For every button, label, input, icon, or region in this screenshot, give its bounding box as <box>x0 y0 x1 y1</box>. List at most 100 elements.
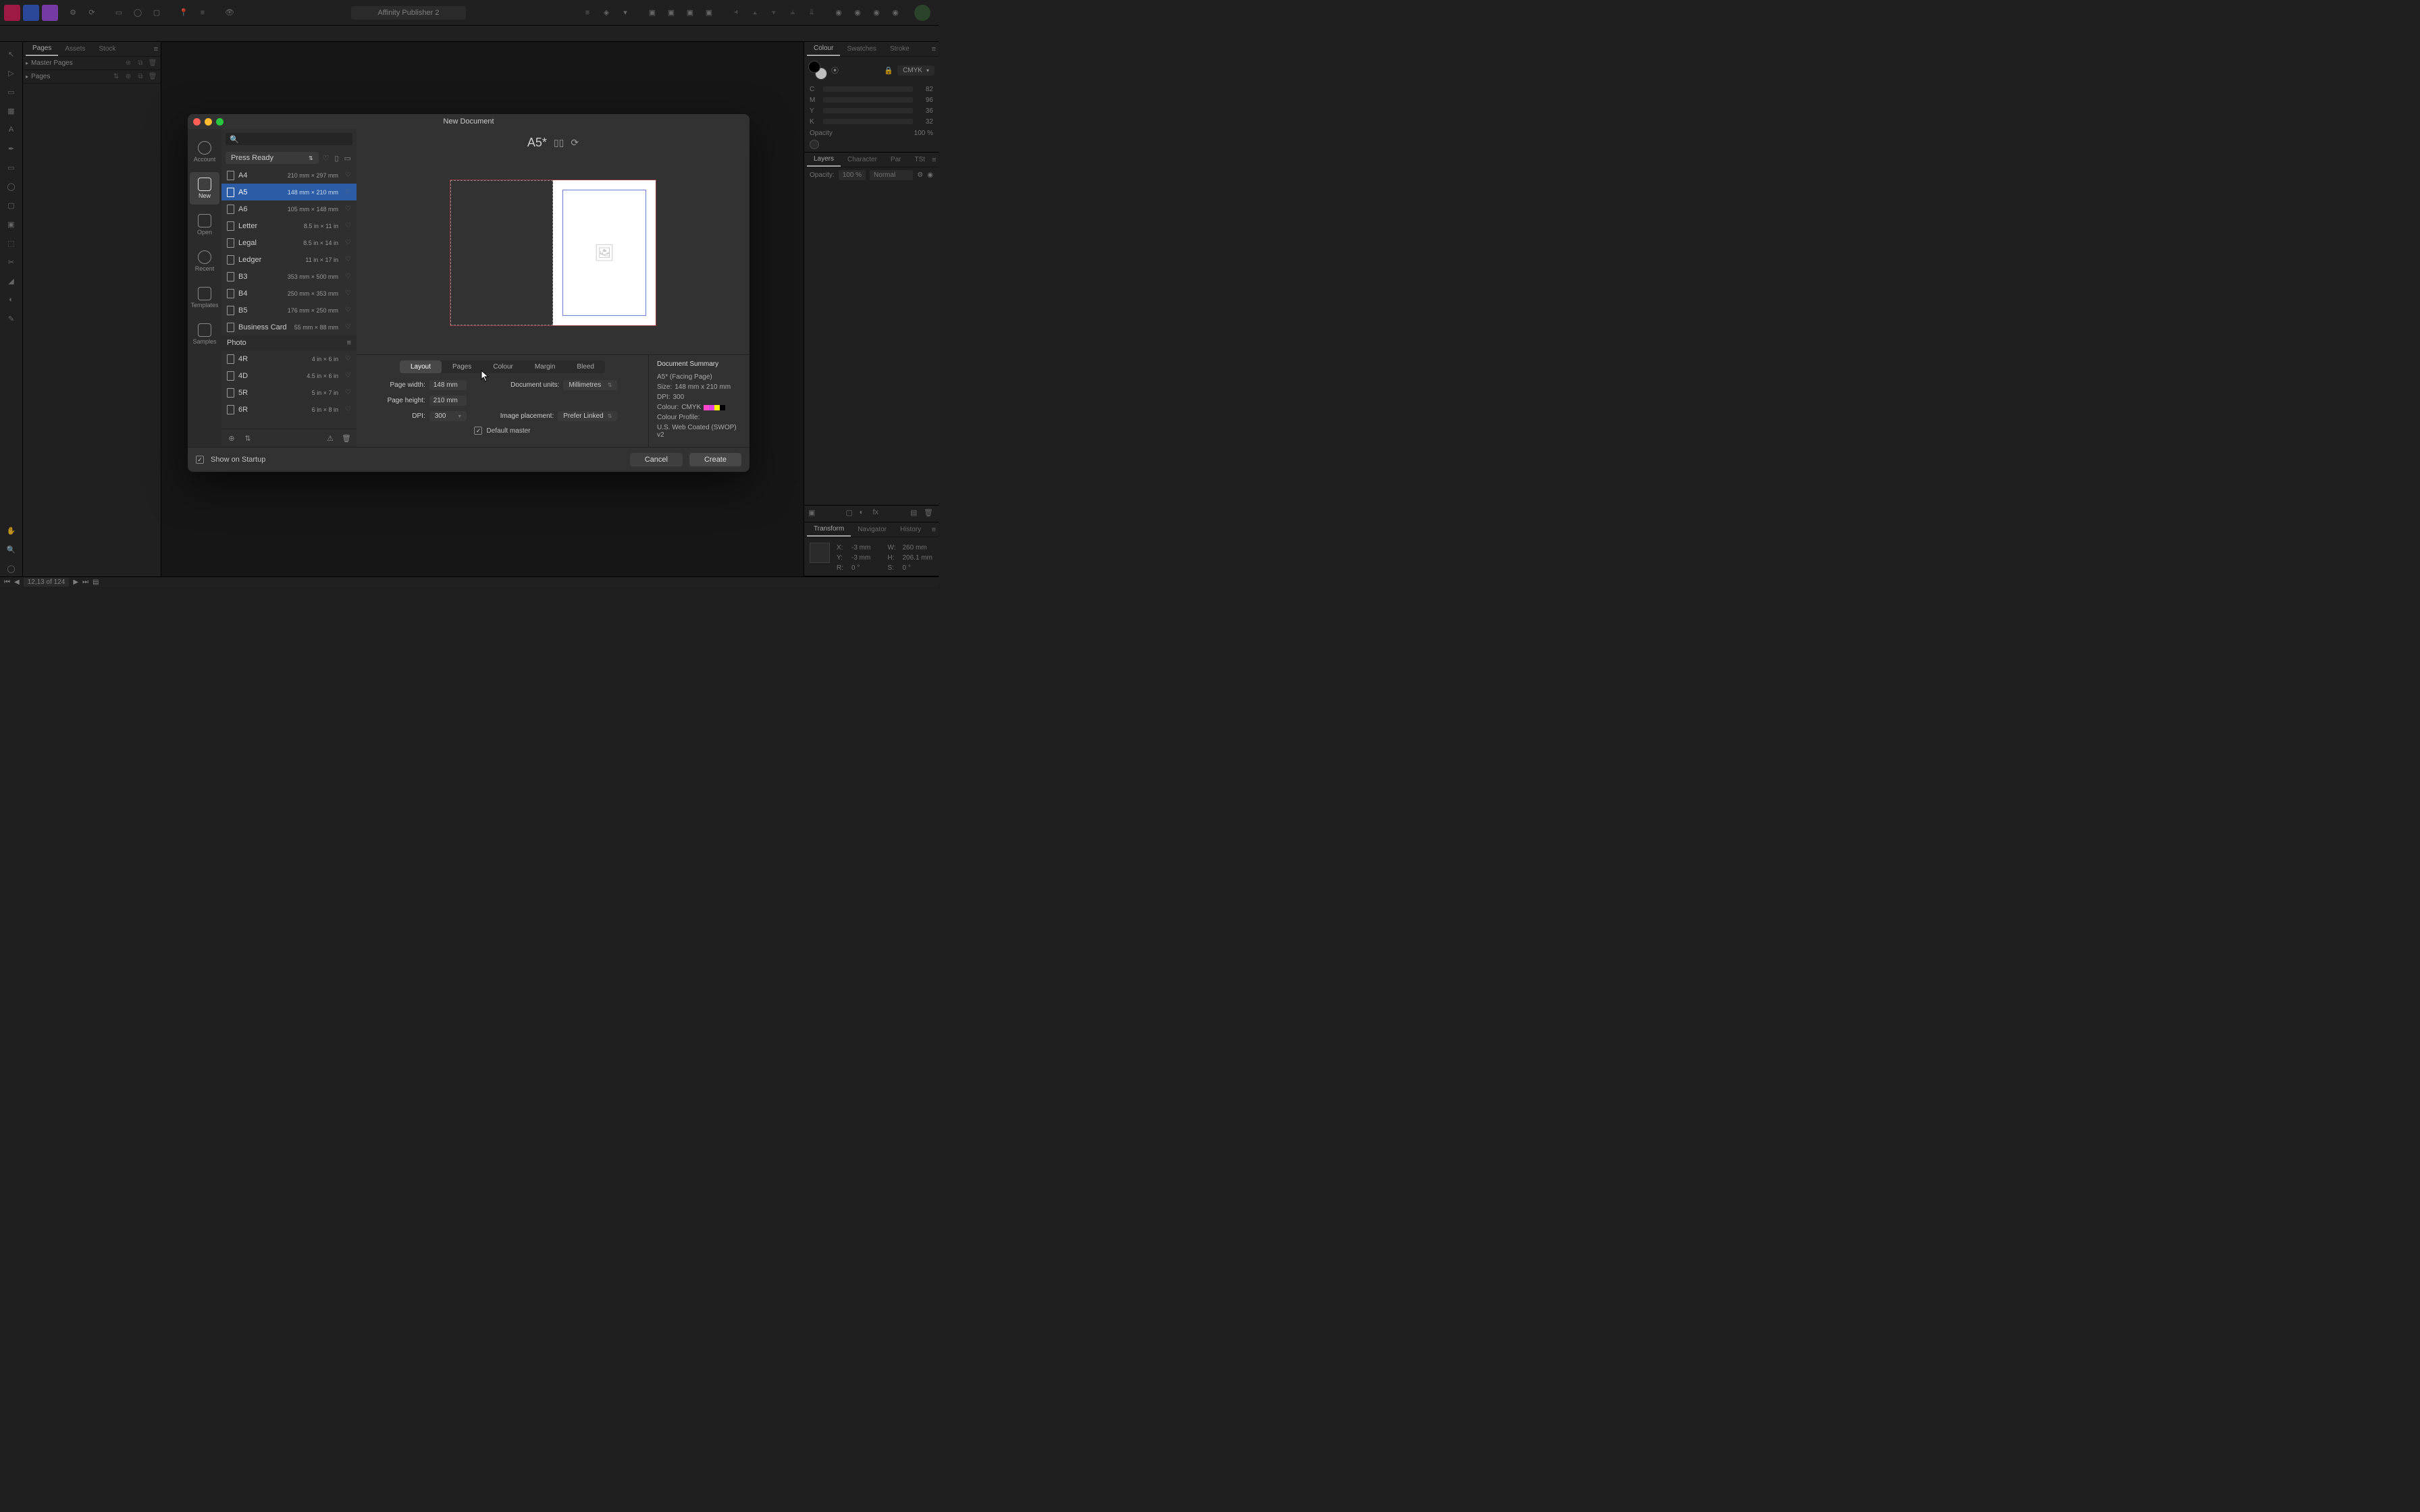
mask-icon[interactable]: ▢ <box>846 508 857 519</box>
table-tool-icon[interactable]: ▦ <box>3 103 20 119</box>
document-units-select[interactable]: Millimetres⇅ <box>563 380 617 390</box>
delete-master-icon[interactable]: 🗑 <box>147 58 158 69</box>
preset-item[interactable]: B3353 mm × 500 mm♡ <box>221 268 357 285</box>
sidebar-item-recent[interactable]: Recent <box>190 245 219 277</box>
tab-swatches[interactable]: Swatches <box>840 42 883 56</box>
preset-item[interactable]: A5148 mm × 210 mm♡ <box>221 184 357 200</box>
show-on-startup-checkbox[interactable]: ✓ <box>196 456 204 464</box>
last-page-icon[interactable]: ⏭ <box>82 578 88 586</box>
panel-menu-icon[interactable]: ≡ <box>932 156 936 164</box>
preferences-icon[interactable]: ⚙ <box>65 5 81 21</box>
sidebar-item-samples[interactable]: Samples <box>190 318 219 350</box>
layer-settings-icon[interactable]: ⚙ <box>917 171 923 179</box>
preset-item[interactable]: A6105 mm × 148 mm♡ <box>221 200 357 217</box>
arrange-back-icon[interactable]: ▣ <box>644 5 660 21</box>
preset-item[interactable]: Ledger11 in × 17 in♡ <box>221 251 357 268</box>
tab-margin-settings[interactable]: Margin <box>524 360 567 373</box>
panel-menu-icon[interactable]: ≡ <box>154 45 158 53</box>
photo-persona-icon[interactable] <box>42 5 58 21</box>
favourite-toggle-icon[interactable]: ♡ <box>323 154 330 163</box>
tab-pages[interactable]: Pages <box>26 42 58 56</box>
boolean-subtract-icon[interactable]: ◉ <box>849 5 866 21</box>
layers-opacity-value[interactable]: 100 % <box>839 170 866 180</box>
portrait-icon[interactable]: ▯ <box>334 153 340 164</box>
tab-character[interactable]: Character <box>841 153 884 167</box>
duplicate-page-icon[interactable]: ⧉ <box>135 72 146 82</box>
preset-list[interactable]: A4210 mm × 297 mm♡A5148 mm × 210 mm♡A610… <box>221 167 357 429</box>
fx-icon[interactable]: fx <box>873 508 884 519</box>
fill-tool-icon[interactable]: ◢ <box>3 273 20 289</box>
anchor-point-selector[interactable] <box>810 543 830 563</box>
facing-pages-icon[interactable]: ▯▯ <box>554 137 564 148</box>
add-preset-icon[interactable]: ⊕ <box>226 432 238 444</box>
add-master-icon[interactable]: ⊕ <box>123 58 134 69</box>
arrange-forward-icon[interactable]: ▣ <box>682 5 698 21</box>
opacity-value[interactable]: 100 % <box>914 130 933 137</box>
boolean-add-icon[interactable]: ◉ <box>831 5 847 21</box>
category-select[interactable]: Press Ready ⇅ <box>226 152 319 164</box>
minimize-window-icon[interactable] <box>205 118 212 126</box>
preset-item[interactable]: Letter8.5 in × 11 in♡ <box>221 217 357 234</box>
noise-toggle-icon[interactable] <box>810 140 819 149</box>
panel-menu-icon[interactable]: ≡ <box>932 526 936 534</box>
channel-c-slider[interactable]: C82 <box>804 84 939 94</box>
boolean-xor-icon[interactable]: ◉ <box>887 5 903 21</box>
favourite-icon[interactable]: ♡ <box>345 323 351 331</box>
transform-s-input[interactable]: 0 ° <box>903 564 934 572</box>
layer-fx-icon[interactable]: ◉ <box>927 171 933 179</box>
next-page-icon[interactable]: ▶ <box>73 578 78 586</box>
tab-paragraph[interactable]: Par <box>884 153 908 167</box>
sidebar-item-open[interactable]: Open <box>190 209 219 241</box>
move-tool-icon[interactable]: ↖ <box>3 46 20 62</box>
create-button[interactable]: Create <box>689 453 741 466</box>
preset-item[interactable]: Business Card55 mm × 88 mm♡ <box>221 319 357 335</box>
preflight-icon[interactable]: ▤ <box>93 578 99 586</box>
sidebar-item-account[interactable]: Account <box>190 136 219 168</box>
align-right-icon[interactable]: ⫟ <box>766 5 782 21</box>
add-layer-icon[interactable]: ▤ <box>910 508 921 519</box>
preset-warning-icon[interactable]: ⚠ <box>324 432 336 444</box>
favourite-icon[interactable]: ♡ <box>345 372 351 379</box>
transform-r-input[interactable]: 0 ° <box>851 564 883 572</box>
preset-item[interactable]: 6R6 in × 8 in♡ <box>221 401 357 418</box>
tab-transform[interactable]: Transform <box>807 522 851 537</box>
page-height-input[interactable]: 210 mm <box>429 396 467 406</box>
align-center-icon[interactable]: ⫠ <box>747 5 763 21</box>
duplicate-master-icon[interactable]: ⧉ <box>135 58 146 69</box>
align-left-icon[interactable]: ⫞ <box>728 5 744 21</box>
channel-k-slider[interactable]: K32 <box>804 116 939 127</box>
rectangle-tool-icon[interactable]: ▭ <box>3 159 20 176</box>
first-page-icon[interactable]: ⏮ <box>4 578 10 586</box>
tab-stroke[interactable]: Stroke <box>883 42 916 56</box>
preview-icon[interactable]: 👁 <box>221 5 238 21</box>
rounded-rect-tool-icon[interactable]: ▢ <box>3 197 20 213</box>
tab-bleed-settings[interactable]: Bleed <box>566 360 605 373</box>
page-indicator[interactable]: 12,13 of 124 <box>24 578 70 587</box>
favourite-icon[interactable]: ♡ <box>345 171 351 179</box>
place-image-tool-icon[interactable]: ⬚ <box>3 235 20 251</box>
channel-y-slider[interactable]: Y36 <box>804 105 939 116</box>
align-icon[interactable]: ≡ <box>579 5 596 21</box>
page-options-icon[interactable]: ⇅ <box>111 72 122 82</box>
node-tool-icon[interactable]: ▷ <box>3 65 20 81</box>
vector-crop-tool-icon[interactable]: ✂ <box>3 254 20 270</box>
preset-options-icon[interactable]: ⇅ <box>242 432 254 444</box>
zoom-tool-icon[interactable]: 🔍 <box>3 541 20 558</box>
delete-preset-icon[interactable]: 🗑 <box>340 432 352 444</box>
section-menu-icon[interactable]: ≡ <box>347 339 351 347</box>
baseline-icon[interactable]: ≡ <box>194 5 211 21</box>
blend-mode-select[interactable]: Normal <box>870 170 913 180</box>
close-window-icon[interactable] <box>193 118 201 126</box>
snap-box-icon[interactable]: ▢ <box>149 5 165 21</box>
panel-menu-icon[interactable]: ≡ <box>932 45 936 53</box>
eyedropper-icon[interactable]: ⦿ <box>831 65 839 76</box>
arrange-backward-icon[interactable]: ▣ <box>663 5 679 21</box>
tab-assets[interactable]: Assets <box>58 42 92 56</box>
add-page-icon[interactable]: ⊕ <box>123 72 134 82</box>
master-pages-section[interactable]: ▸ Master Pages ⊕ ⧉ 🗑 <box>23 57 161 70</box>
pages-section[interactable]: ▸ Pages ⇅ ⊕ ⧉ 🗑 <box>23 70 161 84</box>
view-tool-icon[interactable]: ✋ <box>3 522 20 539</box>
favourite-icon[interactable]: ♡ <box>345 306 351 314</box>
tab-layers[interactable]: Layers <box>807 153 841 167</box>
default-master-checkbox[interactable]: ✓ <box>474 427 482 435</box>
